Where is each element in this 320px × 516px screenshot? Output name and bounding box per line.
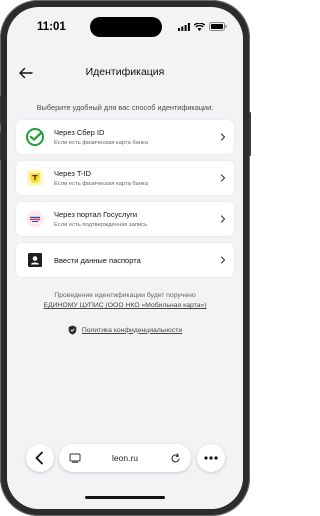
volume-down-button (0, 132, 1, 160)
cupis-link[interactable]: ЕДИНОМУ ЦУПИС (ООО НКО «Мобильная карта»… (7, 301, 243, 311)
option-title: Через T-ID (54, 169, 92, 178)
privacy-policy-label: Политика конфиденциальности (81, 326, 183, 334)
option-passport[interactable]: Ввести данные паспорта (16, 243, 234, 277)
chevron-right-icon (220, 174, 226, 182)
browser-toolbar: leon.ru (7, 441, 243, 509)
signal-icon (178, 22, 190, 31)
page-header: Идентификация (7, 61, 243, 85)
chevron-left-icon (35, 451, 43, 465)
status-time: 11:01 (37, 21, 66, 33)
screen: 11:01 Идентификация Выберите удобный для… (7, 7, 243, 509)
privacy-policy-link[interactable]: Политика конфиденциальности (7, 325, 243, 335)
option-gosuslugi[interactable]: Через портал Госуслуги Если есть подтвер… (16, 202, 234, 236)
gosuslugi-icon (26, 210, 44, 228)
option-description: Если есть подтвержденная запись (54, 222, 148, 228)
option-title: Ввести данные паспорта (54, 256, 141, 265)
option-description: Если есть физическая карта банка (54, 140, 148, 146)
tbank-icon (27, 170, 43, 186)
option-title: Через портал Госуслуги (54, 210, 138, 219)
phone-frame: 11:01 Идентификация Выберите удобный для… (0, 0, 251, 516)
identification-note: Проведение идентификации будет поручено … (7, 291, 243, 311)
volume-up-button (0, 96, 1, 124)
status-bar: 11:01 (7, 7, 243, 41)
page-title: Идентификация (85, 66, 165, 78)
dynamic-island (90, 17, 162, 37)
shield-check-icon (68, 325, 77, 335)
power-button (249, 112, 251, 156)
more-icon (204, 456, 218, 460)
home-indicator (85, 496, 165, 499)
option-description: Если есть физическая карта банка (54, 181, 148, 187)
note-text: Проведение идентификации будет поручено (54, 292, 196, 299)
passport-icon (28, 253, 42, 267)
page-subtitle: Выберите удобный для вас способ идентифи… (36, 103, 214, 112)
option-title: Через Сбер ID (54, 128, 105, 137)
status-icons (178, 22, 227, 31)
reload-icon[interactable] (170, 452, 181, 464)
wifi-icon (194, 22, 205, 31)
address-bar[interactable]: leon.ru (59, 444, 191, 472)
chevron-right-icon (220, 133, 226, 141)
battery-icon (209, 22, 227, 31)
chevron-right-icon (220, 215, 226, 223)
option-sber-id[interactable]: Через Сбер ID Если есть физическая карта… (16, 120, 234, 154)
browser-back-button[interactable] (26, 444, 54, 472)
option-t-id[interactable]: Через T-ID Если есть физическая карта ба… (16, 161, 234, 195)
sber-id-icon (26, 128, 44, 146)
chevron-right-icon (220, 256, 226, 264)
browser-menu-button[interactable] (197, 444, 225, 472)
